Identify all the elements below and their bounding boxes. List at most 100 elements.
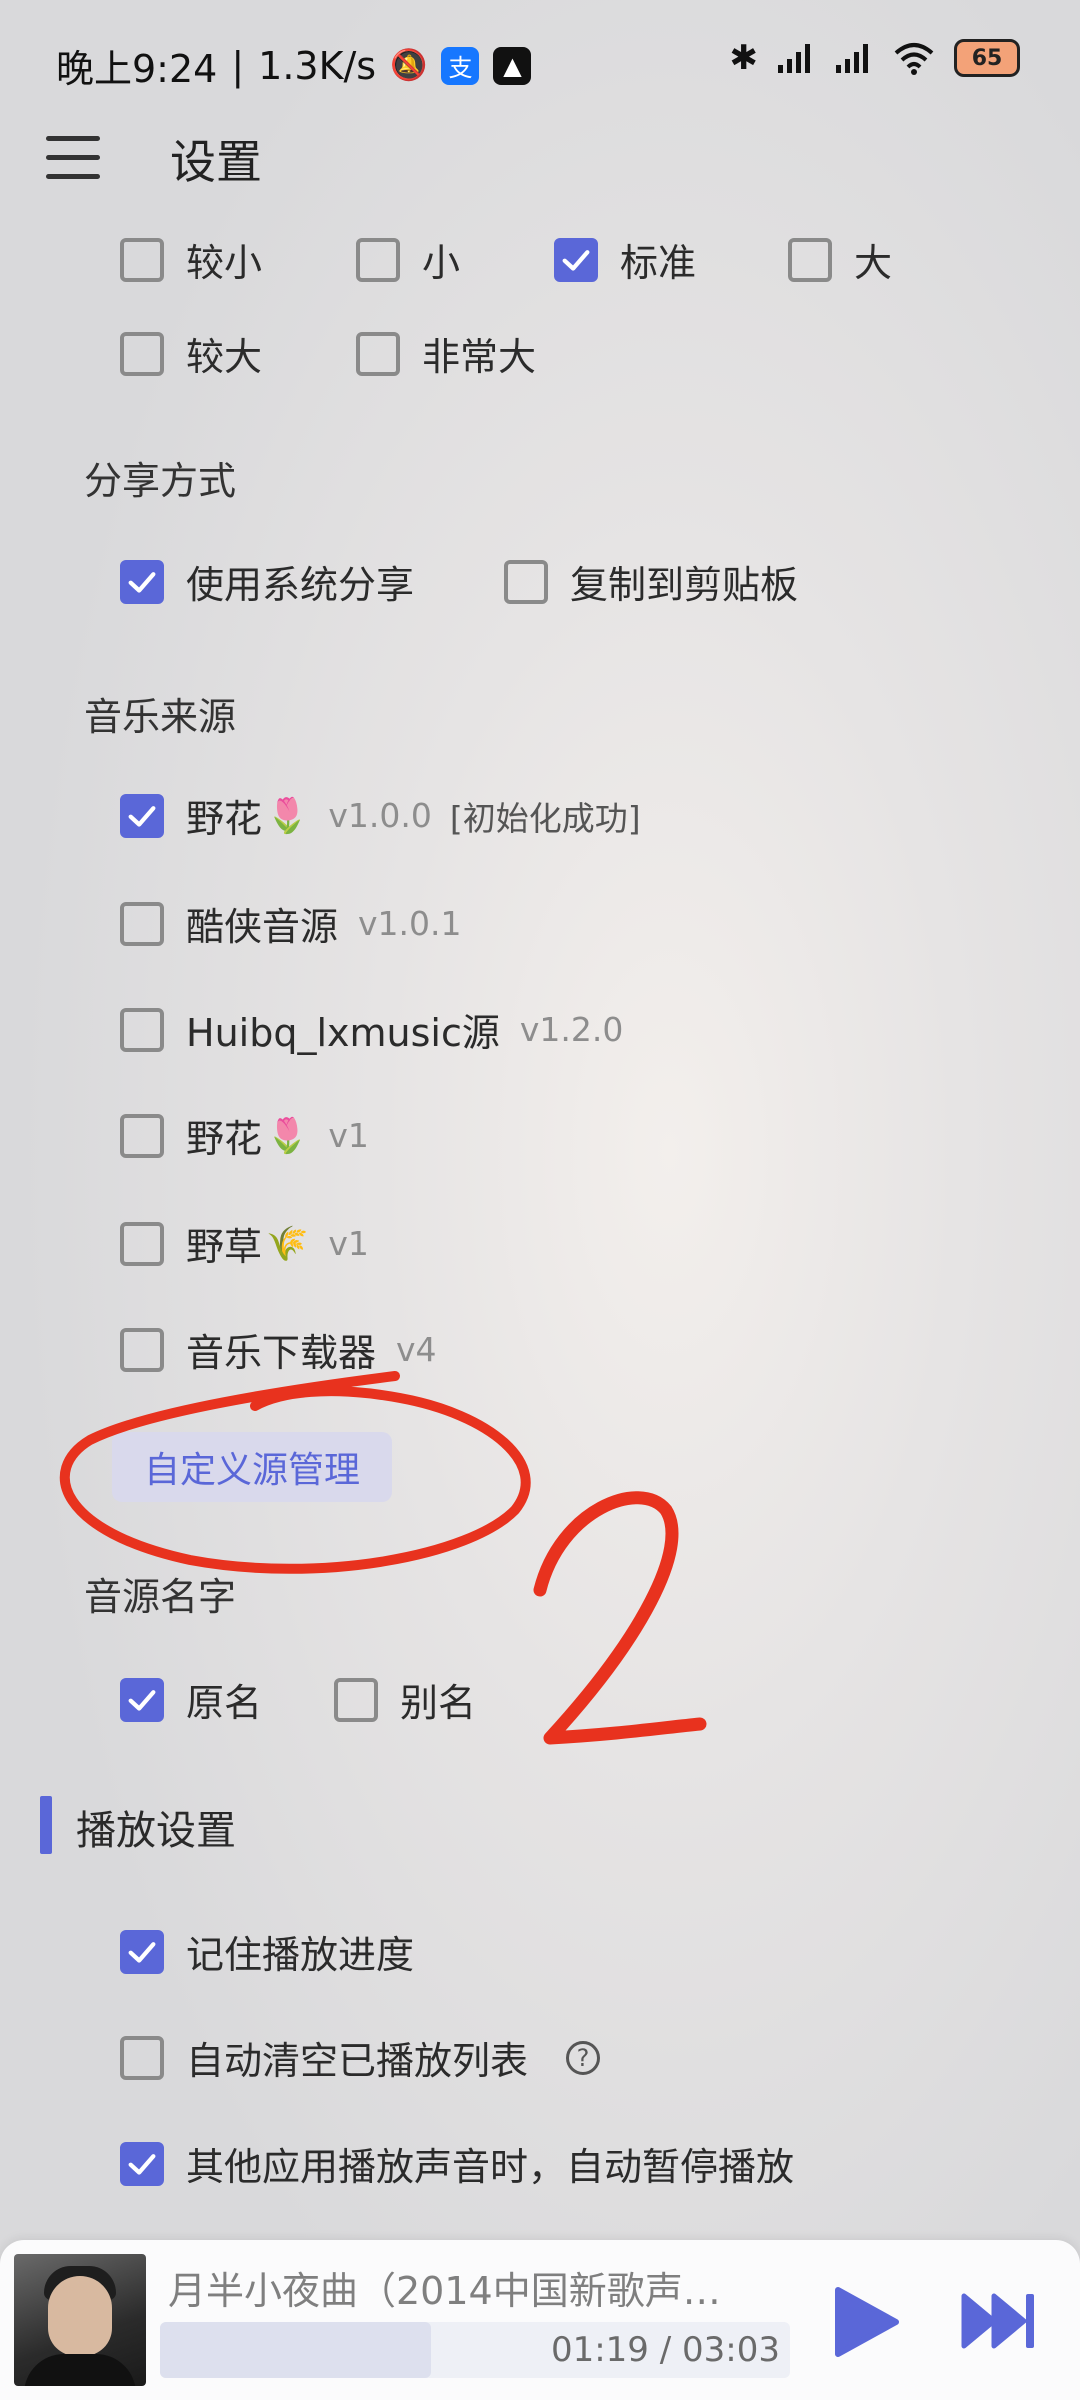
font-size-option-standard[interactable]: 标准 (554, 232, 696, 287)
app-notification-icon: ▲ (493, 46, 532, 85)
source-name: 野花 (186, 1117, 263, 1161)
source-version: v1.0.0 (328, 796, 432, 835)
source-name: Huibq_lxmusic源 (186, 1011, 500, 1055)
music-source-item[interactable]: Huibq_lxmusic源 v1.2.0 (120, 1002, 623, 1057)
source-name-option-original[interactable]: 原名 (120, 1672, 262, 1727)
signal-icon (778, 44, 810, 73)
music-source-item[interactable]: 野草 🌾 v1 (120, 1216, 369, 1271)
checkbox[interactable] (120, 2035, 164, 2080)
music-source-section-title: 音乐来源 (84, 695, 237, 739)
source-version: v1.2.0 (519, 1010, 624, 1049)
option-label: 复制到剪贴板 (570, 563, 799, 607)
playback-option-remember-progress[interactable]: 记住播放进度 (120, 1924, 414, 1979)
playback-option-auto-pause[interactable]: 其他应用播放声音时，自动暂停播放 (120, 2136, 794, 2191)
alipay-icon: 支 (441, 46, 480, 85)
checkbox-checked[interactable] (120, 2141, 164, 2186)
status-bar: 晚上9:24 | 1.3K/s 🔕 支 ▲ ✱ 65 (0, 0, 1080, 130)
source-version: v1 (328, 1224, 369, 1263)
checkbox[interactable] (356, 331, 400, 376)
mini-player[interactable]: 月半小夜曲（2014中国新歌声… 01:19 / 03:03 (0, 2240, 1080, 2400)
tulip-icon: 🌷 (266, 795, 309, 836)
checkbox[interactable] (334, 1677, 378, 1722)
music-source-item[interactable]: 野花 🌷 v1 (120, 1108, 369, 1163)
option-label: 小 (422, 241, 461, 285)
status-time: 晚上9:24 (56, 47, 218, 91)
wheat-icon: 🌾 (266, 1223, 309, 1264)
page-title: 设置 (170, 135, 262, 189)
checkbox[interactable] (788, 237, 832, 282)
source-name: 酷侠音源 (186, 905, 339, 949)
option-label: 使用系统分享 (186, 563, 415, 607)
source-version: v1.0.1 (358, 904, 462, 943)
option-label: 别名 (400, 1681, 477, 1725)
music-source-item[interactable]: 音乐下载器 v4 (120, 1322, 437, 1377)
tulip-icon: 🌷 (266, 1115, 309, 1156)
checkbox[interactable] (120, 1221, 164, 1266)
song-title[interactable]: 月半小夜曲（2014中国新歌声… (168, 2260, 768, 2315)
progress-fill (160, 2322, 431, 2378)
checkbox-checked[interactable] (120, 559, 164, 604)
checkbox-checked[interactable] (120, 1677, 164, 1722)
playback-section-title: 播放设置 (76, 1808, 236, 1854)
font-size-option-smaller[interactable]: 较小 (120, 232, 262, 287)
checkbox[interactable] (120, 331, 164, 376)
option-label: 较小 (186, 241, 263, 285)
source-name: 野草 (186, 1225, 263, 1269)
mute-bell-icon: 🔕 (390, 48, 428, 83)
font-size-option-very-large[interactable]: 非常大 (356, 326, 536, 381)
section-accent-bar (40, 1796, 52, 1854)
share-section-title: 分享方式 (84, 459, 237, 503)
font-size-option-large[interactable]: 大 (788, 232, 892, 287)
album-cover[interactable] (14, 2254, 146, 2386)
menu-icon[interactable] (46, 136, 100, 182)
checkbox[interactable] (356, 237, 400, 282)
checkbox[interactable] (120, 1327, 164, 1372)
checkbox[interactable] (504, 559, 548, 604)
skip-next-icon[interactable] (960, 2290, 1040, 2352)
checkbox-checked[interactable] (554, 237, 598, 282)
status-separator: | (231, 43, 245, 88)
play-icon[interactable] (832, 2284, 902, 2360)
source-status: [初始化成功] (449, 798, 641, 838)
share-option-clipboard[interactable]: 复制到剪贴板 (504, 554, 798, 609)
option-label: 非常大 (422, 335, 537, 379)
bluetooth-icon: ✱ (729, 38, 759, 78)
option-label: 其他应用播放声音时，自动暂停播放 (186, 2145, 795, 2189)
status-left: 晚上9:24 | 1.3K/s 🔕 支 ▲ (56, 38, 532, 93)
checkbox-checked[interactable] (120, 1929, 164, 1974)
source-name: 音乐下载器 (186, 1331, 377, 1375)
checkbox[interactable] (120, 901, 164, 946)
checkbox[interactable] (120, 237, 164, 282)
checkbox-checked[interactable] (120, 793, 164, 838)
progress-bar[interactable]: 01:19 / 03:03 (160, 2322, 790, 2378)
font-size-option-larger[interactable]: 较大 (120, 326, 262, 381)
music-source-item[interactable]: 酷侠音源 v1.0.1 (120, 896, 462, 951)
option-label: 较大 (186, 335, 263, 379)
checkbox[interactable] (120, 1113, 164, 1158)
play-time: 01:19 / 03:03 (550, 2330, 780, 2370)
option-label: 标准 (620, 241, 697, 285)
option-label: 原名 (186, 1681, 263, 1725)
status-right: ✱ 65 (729, 38, 1020, 78)
help-icon[interactable]: ? (566, 2040, 601, 2075)
checkbox[interactable] (120, 1007, 164, 1052)
battery-icon: 65 (954, 39, 1020, 77)
source-version: v1 (328, 1116, 369, 1155)
signal-icon-2 (836, 44, 868, 73)
music-source-item[interactable]: 野花 🌷 v1.0.0 [初始化成功] (120, 788, 641, 843)
status-net-speed: 1.3K/s (258, 43, 377, 88)
option-label: 记住播放进度 (186, 1933, 415, 1977)
source-name-section-title: 音源名字 (84, 1575, 237, 1619)
option-label: 大 (854, 241, 893, 285)
app-bar: 设置 (0, 120, 1080, 200)
source-version: v4 (396, 1330, 437, 1369)
source-name-option-alias[interactable]: 别名 (334, 1672, 476, 1727)
font-size-option-small[interactable]: 小 (356, 232, 460, 287)
source-name: 野花 (186, 797, 263, 841)
custom-source-manage-button[interactable]: 自定义源管理 (112, 1432, 393, 1502)
playback-option-auto-clear[interactable]: 自动清空已播放列表 ? (120, 2030, 601, 2085)
option-label: 自动清空已播放列表 (186, 2039, 529, 2083)
annotation-number-two (533, 1491, 707, 1745)
wifi-icon (894, 43, 934, 75)
share-option-system[interactable]: 使用系统分享 (120, 554, 414, 609)
